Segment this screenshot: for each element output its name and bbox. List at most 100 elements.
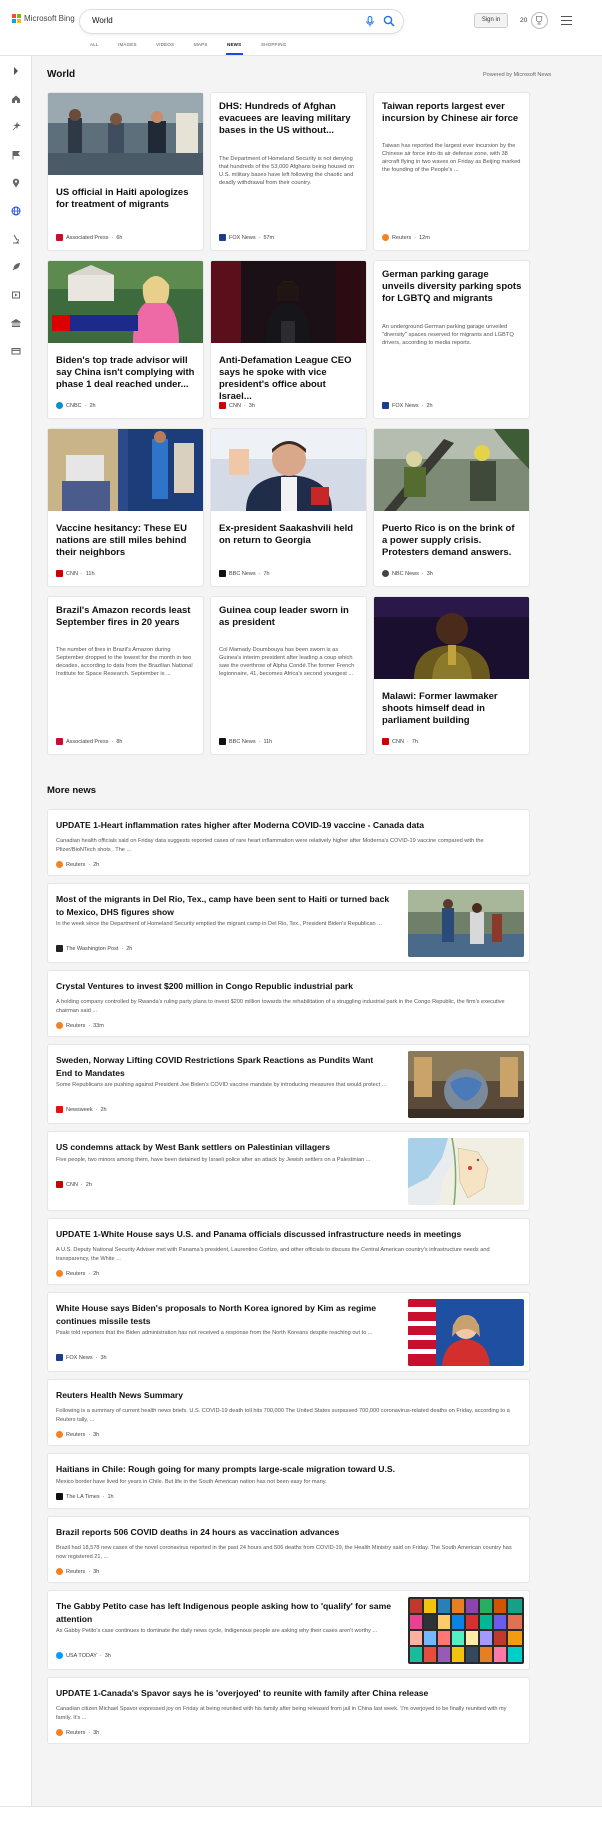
list-item[interactable]: Most of the migrants in Del Rio, Tex., c… bbox=[47, 883, 530, 963]
search-icon[interactable] bbox=[383, 15, 395, 27]
expand-icon[interactable] bbox=[11, 66, 21, 76]
list-item[interactable]: Brazil reports 506 COVID deaths in 24 ho… bbox=[47, 1516, 530, 1583]
news-card[interactable]: Ex-president Saakashvili held on return … bbox=[210, 428, 367, 587]
item-title[interactable]: Reuters Health News Summary bbox=[56, 1389, 521, 1402]
item-source[interactable]: USA TODAY · 3h bbox=[56, 1652, 111, 1659]
bank-icon[interactable] bbox=[11, 318, 21, 328]
card-source[interactable]: Reuters · 12m bbox=[382, 234, 430, 241]
news-card[interactable]: Taiwan reports largest ever incursion by… bbox=[373, 92, 530, 251]
list-item[interactable]: The Gabby Petito case has left Indigenou… bbox=[47, 1590, 530, 1670]
globe-icon[interactable] bbox=[11, 206, 21, 216]
news-card[interactable]: US official in Haiti apologizes for trea… bbox=[47, 92, 204, 251]
card-source[interactable]: Associated Press · 8h bbox=[56, 738, 122, 745]
tab-images[interactable]: IMAGES bbox=[118, 42, 137, 47]
card-source[interactable]: FOX News · 2h bbox=[382, 402, 433, 409]
powered-by-label[interactable]: Powered by Microsoft News bbox=[483, 72, 551, 78]
list-item[interactable]: UPDATE 1-Canada's Spavor says he is 'ove… bbox=[47, 1677, 530, 1744]
item-source[interactable]: Reuters · 2h bbox=[56, 1270, 99, 1277]
location-pin-icon[interactable] bbox=[11, 178, 21, 188]
list-item[interactable]: UPDATE 1-Heart inflammation rates higher… bbox=[47, 809, 530, 876]
card-source[interactable]: CNN · 3h bbox=[219, 402, 255, 409]
hamburger-menu-icon[interactable] bbox=[561, 16, 572, 28]
item-title[interactable]: Most of the migrants in Del Rio, Tex., c… bbox=[56, 893, 391, 919]
list-item[interactable]: Sweden, Norway Lifting COVID Restriction… bbox=[47, 1044, 530, 1124]
microphone-icon[interactable] bbox=[365, 16, 375, 27]
news-card[interactable]: Brazil's Amazon records least September … bbox=[47, 596, 204, 755]
item-title[interactable]: UPDATE 1-Heart inflammation rates higher… bbox=[56, 819, 521, 832]
card-source[interactable]: NBC News · 3h bbox=[382, 570, 433, 577]
film-icon[interactable] bbox=[11, 290, 21, 300]
list-item[interactable]: Haitians in Chile: Rough going for many … bbox=[47, 1453, 530, 1509]
bing-logo[interactable]: Microsoft Bing bbox=[12, 14, 75, 23]
card-title[interactable]: Biden's top trade advisor will say China… bbox=[56, 355, 196, 391]
news-card[interactable]: Biden's top trade advisor will say China… bbox=[47, 260, 204, 419]
microscope-icon[interactable] bbox=[11, 234, 21, 244]
item-source[interactable]: CNN · 2h bbox=[56, 1181, 92, 1188]
news-card[interactable]: DHS: Hundreds of Afghan evacuees are lea… bbox=[210, 92, 367, 251]
sparkle-icon[interactable] bbox=[11, 122, 21, 132]
card-source[interactable]: CNN · 7h bbox=[382, 738, 418, 745]
tab-shopping[interactable]: SHOPPING bbox=[261, 42, 286, 47]
card-source[interactable]: FOX News · 57m bbox=[219, 234, 274, 241]
source-logo-icon bbox=[56, 1181, 63, 1188]
tab-news[interactable]: NEWS bbox=[227, 42, 241, 47]
card-source[interactable]: Associated Press · 6h bbox=[56, 234, 122, 241]
flag-icon[interactable] bbox=[11, 150, 21, 160]
rewards-points[interactable]: 20 bbox=[520, 17, 527, 24]
item-source[interactable]: Reuters · 3h bbox=[56, 1568, 99, 1575]
card-source[interactable]: BBC News · 7h bbox=[219, 570, 270, 577]
item-title[interactable]: Sweden, Norway Lifting COVID Restriction… bbox=[56, 1054, 391, 1080]
card-icon[interactable] bbox=[11, 346, 21, 356]
list-item[interactable]: White House says Biden's proposals to No… bbox=[47, 1292, 530, 1372]
card-source[interactable]: BBC News · 11h bbox=[219, 738, 272, 745]
card-title[interactable]: Guinea coup leader sworn in as president bbox=[219, 605, 359, 629]
card-title[interactable]: German parking garage unveils diversity … bbox=[382, 269, 522, 305]
item-source[interactable]: The LA Times · 1h bbox=[56, 1493, 114, 1500]
item-source[interactable]: Reuters · 33m bbox=[56, 1022, 104, 1029]
search-input[interactable]: World bbox=[92, 16, 113, 25]
home-icon[interactable] bbox=[11, 94, 21, 104]
card-source[interactable]: CNN · 11h bbox=[56, 570, 95, 577]
item-source[interactable]: Reuters · 3h bbox=[56, 1729, 99, 1736]
card-title[interactable]: Ex-president Saakashvili held on return … bbox=[219, 523, 359, 547]
sign-in-button[interactable]: Sign in bbox=[474, 13, 508, 28]
news-card[interactable]: Guinea coup leader sworn in as president… bbox=[210, 596, 367, 755]
rocket-icon[interactable] bbox=[11, 262, 21, 272]
news-card[interactable]: Vaccine hesitancy: These EU nations are … bbox=[47, 428, 204, 587]
item-title[interactable]: Crystal Ventures to invest $200 million … bbox=[56, 980, 521, 993]
news-card[interactable]: Puerto Rico is on the brink of a power s… bbox=[373, 428, 530, 587]
tab-videos[interactable]: VIDEOS bbox=[156, 42, 174, 47]
news-card[interactable]: German parking garage unveils diversity … bbox=[373, 260, 530, 419]
news-card[interactable]: Malawi: Former lawmaker shoots himself d… bbox=[373, 596, 530, 755]
card-title[interactable]: Brazil's Amazon records least September … bbox=[56, 605, 196, 629]
item-title[interactable]: US condemns attack by West Bank settlers… bbox=[56, 1141, 391, 1154]
item-title[interactable]: UPDATE 1-White House says U.S. and Panam… bbox=[56, 1228, 521, 1241]
item-title[interactable]: White House says Biden's proposals to No… bbox=[56, 1302, 391, 1328]
card-source[interactable]: CNBC · 2h bbox=[56, 402, 96, 409]
item-source[interactable]: FOX News · 3h bbox=[56, 1354, 107, 1361]
tab-all[interactable]: ALL bbox=[90, 42, 99, 47]
item-source[interactable]: Newsweek · 2h bbox=[56, 1106, 107, 1113]
list-item[interactable]: UPDATE 1-White House says U.S. and Panam… bbox=[47, 1218, 530, 1285]
card-title[interactable]: Taiwan reports largest ever incursion by… bbox=[382, 101, 522, 125]
list-item[interactable]: Reuters Health News Summary Following is… bbox=[47, 1379, 530, 1446]
search-box[interactable]: World bbox=[80, 10, 403, 33]
item-title[interactable]: Brazil reports 506 COVID deaths in 24 ho… bbox=[56, 1526, 521, 1539]
item-source[interactable]: Reuters · 3h bbox=[56, 1431, 99, 1438]
card-title[interactable]: Anti-Defamation League CEO says he spoke… bbox=[219, 355, 359, 403]
rewards-trophy-icon[interactable] bbox=[531, 12, 548, 29]
item-title[interactable]: UPDATE 1-Canada's Spavor says he is 'ove… bbox=[56, 1687, 521, 1700]
list-item[interactable]: US condemns attack by West Bank settlers… bbox=[47, 1131, 530, 1211]
card-title[interactable]: Vaccine hesitancy: These EU nations are … bbox=[56, 523, 196, 559]
item-title[interactable]: The Gabby Petito case has left Indigenou… bbox=[56, 1600, 391, 1626]
tab-maps[interactable]: MAPS bbox=[194, 42, 208, 47]
card-title[interactable]: Puerto Rico is on the brink of a power s… bbox=[382, 523, 522, 559]
card-title[interactable]: DHS: Hundreds of Afghan evacuees are lea… bbox=[219, 101, 359, 137]
item-source[interactable]: Reuters · 2h bbox=[56, 861, 99, 868]
card-title[interactable]: Malawi: Former lawmaker shoots himself d… bbox=[382, 691, 522, 727]
card-title[interactable]: US official in Haiti apologizes for trea… bbox=[56, 187, 196, 211]
item-title[interactable]: Haitians in Chile: Rough going for many … bbox=[56, 1463, 521, 1476]
list-item[interactable]: Crystal Ventures to invest $200 million … bbox=[47, 970, 530, 1037]
news-card[interactable]: Anti-Defamation League CEO says he spoke… bbox=[210, 260, 367, 419]
item-source[interactable]: The Washington Post · 2h bbox=[56, 945, 132, 952]
